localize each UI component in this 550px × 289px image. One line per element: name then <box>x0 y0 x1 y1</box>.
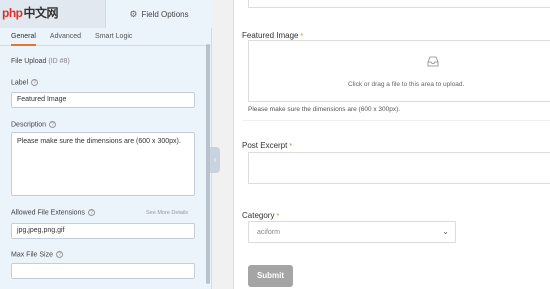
tab-field-options-label: Field Options <box>141 9 189 19</box>
help-icon[interactable]: ? <box>49 121 57 128</box>
tab-field-options[interactable]: ⚙ Field Options <box>106 0 212 28</box>
subtabs: General Advanced Smart Logic <box>0 28 212 46</box>
category-selected-value: aciform <box>257 229 280 236</box>
extensions-label-text: Allowed File Extensions <box>11 209 85 217</box>
max-size-label: Max File Size? <box>11 251 64 259</box>
field-options-panel: ⚙ Field Options php中文网 General Advanced … <box>0 0 212 289</box>
subtab-advanced[interactable]: Advanced <box>50 28 81 46</box>
post-excerpt-field: Post Excerpt * <box>242 135 550 153</box>
max-size-input[interactable] <box>11 263 195 279</box>
post-excerpt-textarea[interactable] <box>248 152 550 184</box>
watermark-logo: php中文网 <box>2 4 59 21</box>
extensions-label: Allowed File Extensions? <box>11 209 95 216</box>
upload-description: Please make sure the dimensions are (600… <box>248 106 401 113</box>
description-textarea[interactable]: Please make sure the dimensions are (600… <box>11 132 195 196</box>
divider <box>242 120 550 121</box>
file-upload-dropzone[interactable]: Click or drag a file to this area to upl… <box>248 40 550 102</box>
chevron-down-icon: ⌄ <box>442 227 449 236</box>
subtab-smart-logic[interactable]: Smart Logic <box>95 28 132 46</box>
max-size-label-text: Max File Size <box>11 251 54 259</box>
post-excerpt-label: Post Excerpt <box>242 141 288 150</box>
required-mark: * <box>276 213 280 220</box>
logo-cn: 中文网 <box>23 6 59 20</box>
submit-button[interactable]: Submit <box>248 265 293 287</box>
see-more-details-link[interactable]: See More Details <box>146 210 188 216</box>
label-input[interactable]: Featured Image <box>11 92 195 108</box>
category-select[interactable]: aciform ⌄ <box>248 221 456 243</box>
category-label: Category <box>242 211 275 220</box>
required-mark: * <box>300 33 304 40</box>
collapse-panel-button[interactable]: ‹ <box>210 147 220 173</box>
extensions-input[interactable]: jpg,jpeg,png,gif <box>11 223 195 239</box>
sliders-icon: ⚙ <box>129 8 138 19</box>
logo-latin: php <box>2 6 23 20</box>
help-icon[interactable]: ? <box>87 209 95 216</box>
featured-image-label: Featured Image <box>242 31 299 40</box>
upload-tray-icon <box>427 56 439 67</box>
previous-field-box <box>248 0 550 8</box>
required-mark: * <box>289 143 293 150</box>
subtab-general[interactable]: General <box>11 28 36 46</box>
description-label: Description? <box>11 121 57 129</box>
label-field-label-text: Label <box>11 79 29 87</box>
field-title-text: File Upload <box>11 58 47 65</box>
description-label-text: Description <box>11 121 47 129</box>
help-icon[interactable]: ? <box>56 251 64 258</box>
chevron-left-icon: ‹ <box>213 155 217 164</box>
field-title: File Upload (ID #8) <box>11 58 70 65</box>
field-id: (ID #8) <box>48 58 70 65</box>
upload-instructions: Click or drag a file to this area to upl… <box>348 81 465 88</box>
form-preview: Featured Image * Click or drag a file to … <box>233 0 550 289</box>
label-field-label: Label? <box>11 79 39 87</box>
help-icon[interactable]: ? <box>31 79 39 86</box>
